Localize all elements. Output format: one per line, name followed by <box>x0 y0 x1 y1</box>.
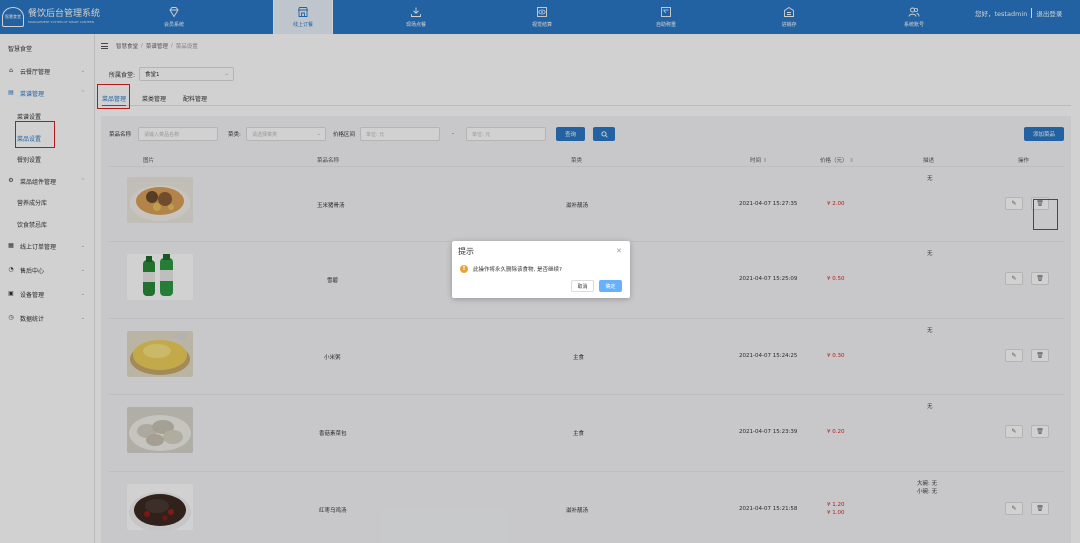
close-icon[interactable]: ✕ <box>616 247 622 255</box>
confirm-button[interactable]: 确定 <box>599 280 622 292</box>
confirm-dialog: 提示 ✕ ! 此操作将永久删除该食物, 是否继续? 取消 确定 <box>452 241 630 298</box>
dialog-message-text: 此操作将永久删除该食物, 是否继续? <box>473 267 562 273</box>
dialog-title: 提示 <box>458 247 474 256</box>
cancel-button[interactable]: 取消 <box>571 280 594 292</box>
dialog-message: ! 此操作将永久删除该食物, 是否继续? <box>460 265 562 273</box>
warning-icon: ! <box>460 265 468 273</box>
